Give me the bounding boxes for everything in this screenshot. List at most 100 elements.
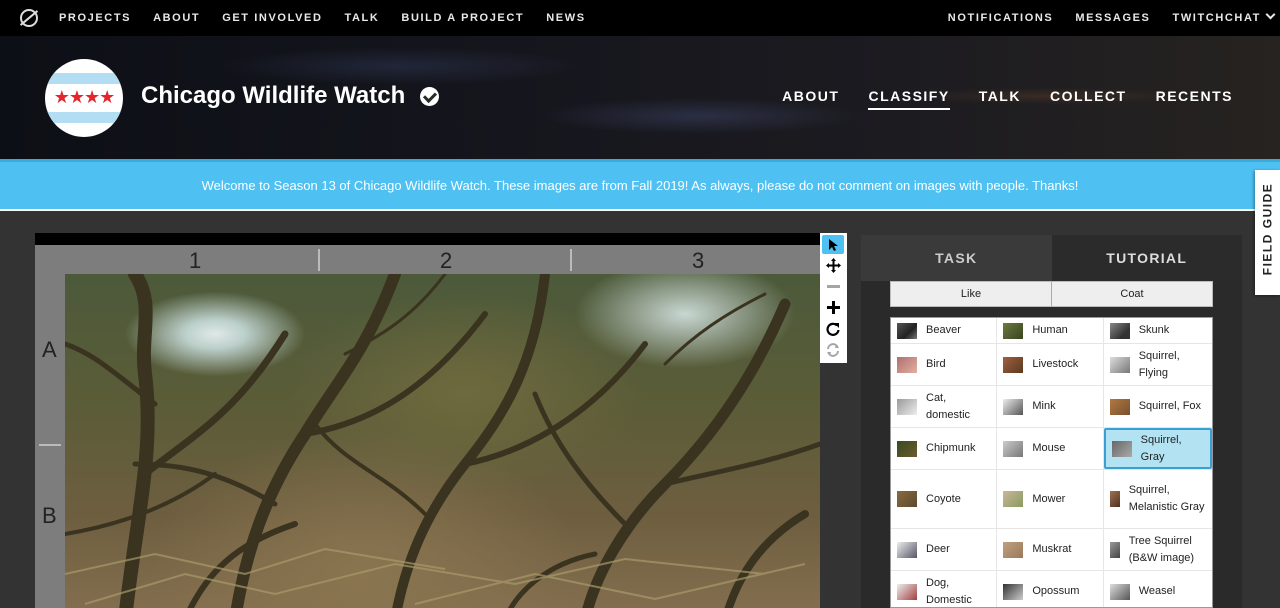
choice-label: Squirrel, Gray: [1140, 433, 1182, 463]
livestock-thumbnail-icon: [1003, 356, 1024, 373]
choice-muskrat[interactable]: Muskrat: [997, 529, 1104, 570]
choice-label: Human: [1032, 324, 1068, 336]
choice-row: Beaver Human Skunk: [891, 318, 1212, 344]
subject-viewer: 1 2 3 A B: [35, 233, 820, 608]
project-nav-talk[interactable]: TALK: [979, 88, 1021, 110]
choice-label: Mower: [1032, 492, 1066, 505]
choice-label: Squirrel, Melanistic Gray: [1128, 484, 1205, 513]
choice-label: Cat, domestic: [926, 391, 971, 421]
project-avatar[interactable]: ★★★★: [45, 59, 123, 137]
field-guide-label: FIELD GUIDE: [1260, 182, 1275, 276]
project-nav-classify[interactable]: CLASSIFY: [868, 88, 950, 110]
viewer-toolbar: [820, 233, 847, 363]
choice-row: Dog, Domestic Opossum Weasel: [891, 571, 1212, 607]
choice-mouse[interactable]: Mouse: [997, 428, 1104, 469]
deer-thumbnail-icon: [897, 541, 917, 558]
rotate-button[interactable]: [822, 319, 844, 338]
choice-label: Livestock: [1032, 358, 1079, 370]
choice-beaver[interactable]: Beaver: [891, 318, 998, 343]
zoom-in-button[interactable]: [822, 298, 844, 317]
choice-label: Squirrel, Flying: [1138, 349, 1180, 379]
camera-trap-image[interactable]: [65, 274, 820, 608]
reset-view-button[interactable]: [822, 340, 844, 359]
filter-coat-button[interactable]: Coat: [1052, 282, 1212, 306]
choice-label: Opossum: [1032, 585, 1080, 597]
choice-human[interactable]: Human: [997, 318, 1104, 343]
annotate-pointer-tool[interactable]: [822, 235, 844, 254]
choice-coyote[interactable]: Coyote: [891, 470, 998, 528]
grid-column-label: 3: [692, 248, 705, 273]
choice-row: Coyote Mower Squirrel, Melanistic Gray: [891, 470, 1212, 529]
project-nav-collect[interactable]: COLLECT: [1050, 88, 1127, 110]
choice-deer[interactable]: Deer: [891, 529, 998, 570]
muskrat-thumbnail-icon: [1003, 541, 1024, 558]
nav-projects[interactable]: PROJECTS: [59, 12, 131, 24]
choice-label: Squirrel, Fox: [1138, 400, 1202, 412]
choice-cat-domestic[interactable]: Cat, domestic: [891, 386, 998, 427]
tab-tutorial[interactable]: TUTORIAL: [1051, 235, 1242, 281]
choice-label: Weasel: [1138, 585, 1176, 597]
nav-about[interactable]: ABOUT: [153, 12, 200, 24]
project-header: ★★★★ Chicago Wildlife Watch ABOUT CLASSI…: [0, 36, 1280, 159]
user-menu[interactable]: TWITCHCHAT: [1172, 9, 1276, 24]
grid-divider: [318, 249, 320, 271]
choice-squirrel-gray[interactable]: Squirrel, Gray: [1103, 428, 1212, 469]
plus-icon: [826, 301, 840, 314]
nav-get-involved[interactable]: GET INVOLVED: [222, 12, 322, 24]
grid-divider: [39, 444, 61, 446]
choice-bird[interactable]: Bird: [891, 344, 998, 385]
user-name: TWITCHCHAT: [1172, 12, 1261, 24]
move-tool[interactable]: [822, 256, 844, 275]
filter-like-button[interactable]: Like: [891, 282, 1052, 306]
grid-column-label: 1: [189, 248, 202, 273]
nav-talk[interactable]: TALK: [345, 12, 380, 24]
top-nav: PROJECTS ABOUT GET INVOLVED TALK BUILD A…: [0, 0, 1280, 36]
grid-column-label: 2: [440, 248, 453, 273]
choice-label: Coyote: [926, 492, 961, 505]
grid-divider: [570, 249, 572, 271]
project-title[interactable]: Chicago Wildlife Watch: [141, 82, 405, 110]
zoom-out-button[interactable]: [822, 277, 844, 296]
choice-weasel[interactable]: Weasel: [1104, 571, 1212, 607]
choice-squirrel-fox[interactable]: Squirrel, Fox: [1104, 386, 1212, 427]
choice-mink[interactable]: Mink: [997, 386, 1104, 427]
reset-icon: [827, 342, 839, 357]
choice-squirrel-flying[interactable]: Squirrel, Flying: [1104, 344, 1212, 385]
nav-messages[interactable]: MESSAGES: [1075, 12, 1150, 24]
minus-icon: [826, 285, 840, 288]
project-nav-about[interactable]: ABOUT: [782, 88, 839, 110]
mouse-thumbnail-icon: [1003, 440, 1024, 457]
coyote-thumbnail-icon: [897, 491, 917, 507]
choice-row: Cat, domestic Mink Squirrel, Fox: [891, 386, 1212, 428]
mink-thumbnail-icon: [1003, 398, 1024, 415]
project-nav-recents[interactable]: RECENTS: [1156, 88, 1233, 110]
choice-label: Deer: [926, 543, 950, 555]
choice-skunk[interactable]: Skunk: [1104, 318, 1212, 343]
choice-tree-squirrel-bw[interactable]: Tree Squirrel (B&W image): [1104, 529, 1212, 570]
nav-news[interactable]: NEWS: [546, 12, 585, 24]
bird-thumbnail-icon: [897, 356, 917, 373]
choice-row: Deer Muskrat Tree Squirrel (B&W image): [891, 529, 1212, 571]
choice-opossum[interactable]: Opossum: [997, 571, 1104, 607]
squirrel-flying-thumbnail-icon: [1109, 356, 1130, 373]
field-guide-tab[interactable]: FIELD GUIDE: [1255, 170, 1280, 295]
chipmunk-thumbnail-icon: [897, 440, 917, 457]
choice-chipmunk[interactable]: Chipmunk: [891, 428, 998, 469]
zooniverse-logo-icon[interactable]: [20, 9, 38, 27]
nav-notifications[interactable]: NOTIFICATIONS: [948, 12, 1054, 24]
choice-livestock[interactable]: Livestock: [997, 344, 1104, 385]
choice-squirrel-melanistic-gray[interactable]: Squirrel, Melanistic Gray: [1104, 470, 1212, 528]
weasel-thumbnail-icon: [1109, 583, 1130, 600]
choice-row: Chipmunk Mouse Squirrel, Gray: [891, 428, 1212, 470]
choice-dog-domestic[interactable]: Dog, Domestic: [891, 571, 998, 607]
tab-task[interactable]: TASK: [861, 235, 1052, 281]
choice-label: Mink: [1032, 400, 1056, 412]
nav-build-a-project[interactable]: BUILD A PROJECT: [401, 12, 524, 24]
beaver-thumbnail-icon: [897, 322, 917, 339]
choice-label: Chipmunk: [926, 442, 976, 454]
cursor-icon: [829, 238, 838, 251]
cat-thumbnail-icon: [897, 398, 917, 415]
choice-label: Mouse: [1032, 442, 1066, 454]
opossum-thumbnail-icon: [1003, 583, 1024, 600]
choice-mower[interactable]: Mower: [997, 470, 1104, 528]
